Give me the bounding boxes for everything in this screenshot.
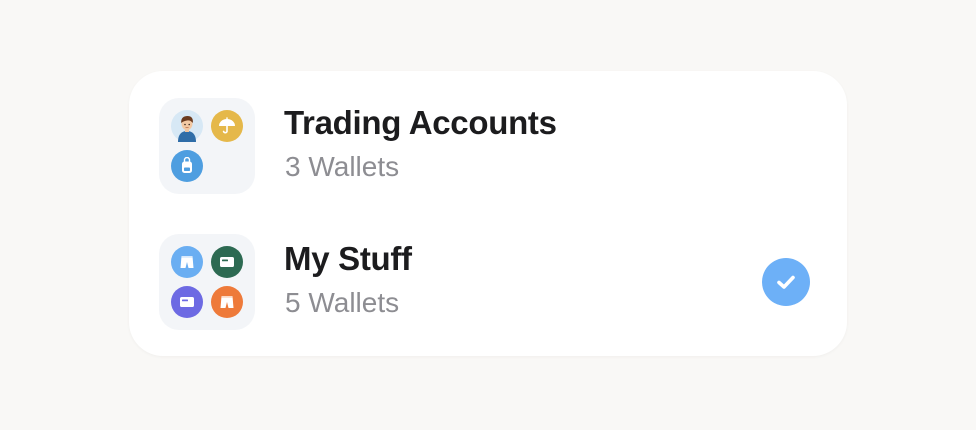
wallet-count: 5 Wallets (285, 287, 400, 318)
person-avatar-icon (171, 110, 203, 142)
wallet-icon (171, 286, 203, 318)
wallet-group-icon-tile (159, 234, 255, 330)
wallet-group-trading-accounts[interactable]: Trading Accounts 3 Wallets (159, 98, 817, 194)
wallet-group-title: Trading Accounts (284, 104, 557, 141)
shorts-icon (171, 246, 203, 278)
umbrella-icon (211, 110, 243, 142)
shorts-icon (211, 286, 243, 318)
wallet-count: 3 Wallets (285, 151, 400, 182)
wallet-group-my-stuff[interactable]: My Stuff 5 Wallets (159, 234, 817, 330)
wallet-group-title: My Stuff (284, 240, 412, 277)
backpack-icon (171, 150, 203, 182)
selected-check-icon (762, 258, 810, 306)
wallet-group-list: Trading Accounts 3 Wallets My Stuff 5 Wa… (129, 71, 847, 356)
wallet-group-icon-tile (159, 98, 255, 194)
wallet-icon (211, 246, 243, 278)
